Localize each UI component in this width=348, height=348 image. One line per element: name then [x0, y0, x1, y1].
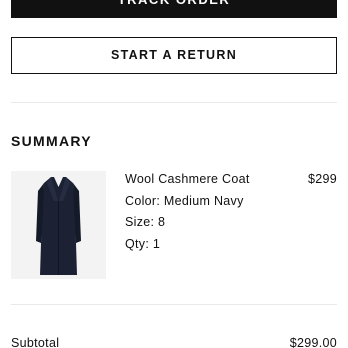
item-details: Wool Cashmere Coat Color: Medium Navy Si… — [125, 169, 250, 255]
item-size: Size: 8 — [125, 215, 166, 229]
item-color: Color: Medium Navy — [125, 193, 244, 208]
divider — [11, 304, 337, 305]
item-quantity: Qty: 1 — [125, 236, 161, 251]
subtotal-label: Subtotal — [11, 336, 60, 348]
navy-coat-image — [36, 177, 81, 275]
summary-heading: SUMMARY — [11, 133, 92, 149]
item-name: Wool Cashmere Coat — [125, 172, 250, 186]
divider — [11, 102, 337, 103]
subtotal-value: $299.00 — [289, 336, 337, 348]
start-return-button[interactable]: START A RETURN — [11, 37, 337, 74]
product-image — [11, 171, 106, 279]
track-order-button[interactable]: TRACK ORDER — [11, 0, 337, 18]
order-page: TRACK ORDER START A RETURN SUMMARY Wool … — [0, 0, 348, 348]
item-price: $299 — [307, 172, 337, 186]
